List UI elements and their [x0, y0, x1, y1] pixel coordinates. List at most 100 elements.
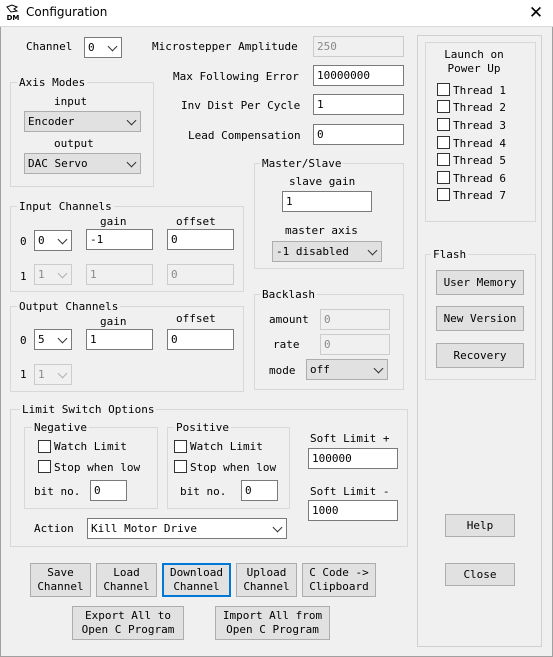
backlash-rate-label: rate — [273, 338, 300, 351]
launch-title-line1: Launch on — [444, 48, 504, 61]
output-offset-header: offset — [176, 312, 216, 325]
thread-1-label: Thread 1 — [453, 84, 506, 97]
c-code-clipboard-button[interactable]: C Code -> Clipboard — [302, 563, 376, 597]
launch-title-line2: Power Up — [447, 62, 501, 75]
chevron-down-icon — [373, 363, 384, 374]
recovery-button[interactable]: Recovery — [436, 343, 524, 368]
backlash-amount-label: amount — [269, 313, 309, 326]
chevron-down-icon — [57, 368, 68, 379]
input-gain-header: gain — [100, 215, 127, 228]
input-mode-select[interactable]: Encoder — [24, 111, 141, 132]
pos-watch-limit-checkbox[interactable] — [174, 440, 187, 453]
input-channel-select[interactable]: 0 — [34, 230, 72, 251]
backlash-mode-label: mode — [269, 364, 296, 377]
output-row-index: 0 — [20, 334, 27, 347]
lead-comp-field[interactable]: 0 — [313, 124, 404, 145]
upload-channel-button[interactable]: Upload Channel — [236, 563, 297, 597]
window-title: Configuration — [26, 5, 108, 19]
slave-gain-field[interactable]: 1 — [282, 191, 372, 212]
soft-limit-minus-field[interactable]: 1000 — [308, 500, 398, 521]
input-row-index: 1 — [20, 270, 27, 283]
action-select[interactable]: Kill Motor Drive — [87, 518, 287, 539]
chevron-down-icon — [107, 41, 118, 52]
neg-bit-field[interactable]: 0 — [90, 480, 127, 501]
thread-3-checkbox[interactable] — [437, 118, 450, 131]
master-axis-select[interactable]: -1 disabled — [272, 241, 382, 262]
thread-2-label: Thread 2 — [453, 101, 506, 114]
input-offset-header: offset — [176, 215, 216, 228]
thread-1-checkbox[interactable] — [437, 83, 450, 96]
action-label: Action — [34, 522, 74, 535]
output-offset-field[interactable]: 0 — [167, 329, 234, 350]
backlash-title: Backlash — [260, 288, 317, 301]
inv-dist-field[interactable]: 1 — [313, 94, 404, 115]
neg-stop-when-low-checkbox[interactable] — [38, 460, 51, 473]
lead-comp-label: Lead Compensation — [188, 129, 301, 142]
positive-title: Positive — [174, 421, 231, 434]
pos-stop-when-low-label: Stop when low — [190, 461, 277, 474]
input-offset-field[interactable]: 0 — [167, 229, 234, 250]
inv-dist-label: Inv Dist Per Cycle — [181, 99, 301, 112]
backlash-mode-select[interactable]: off — [306, 359, 388, 380]
save-channel-button[interactable]: Save Channel — [30, 563, 91, 597]
input-offset-field: 0 — [167, 264, 234, 285]
thread-4-checkbox[interactable] — [437, 136, 450, 149]
user-memory-button[interactable]: User Memory — [436, 270, 524, 295]
channel-label: Channel — [26, 40, 73, 53]
output-channels-title: Output Channels — [17, 300, 121, 313]
axis-modes-title: Axis Modes — [17, 76, 88, 89]
input-mode-label: input — [54, 95, 88, 108]
chevron-down-icon — [57, 268, 68, 279]
output-mode-select[interactable]: DAC Servo — [24, 153, 141, 174]
input-channel-select: 1 — [34, 264, 72, 285]
chevron-down-icon — [57, 333, 68, 344]
master-slave-title: Master/Slave — [260, 157, 344, 170]
chevron-down-icon — [126, 157, 137, 168]
pos-bit-field[interactable]: 0 — [241, 480, 278, 501]
thread-4-label: Thread 4 — [453, 137, 506, 150]
output-row-index: 1 — [20, 368, 27, 381]
microstepper-label: Microstepper Amplitude — [152, 40, 298, 53]
thread-2-checkbox[interactable] — [437, 100, 450, 113]
load-channel-button[interactable]: Load Channel — [96, 563, 157, 597]
output-gain-header: gain — [100, 315, 127, 328]
download-channel-button[interactable]: Download Channel — [162, 563, 231, 597]
help-button[interactable]: Help — [445, 514, 515, 537]
pos-stop-when-low-checkbox[interactable] — [174, 460, 187, 473]
channel-select[interactable]: 0 — [84, 37, 122, 58]
close-window-icon[interactable]: ✕ — [524, 2, 548, 24]
neg-watch-limit-checkbox[interactable] — [38, 440, 51, 453]
thread-6-checkbox[interactable] — [437, 171, 450, 184]
slave-gain-label: slave gain — [289, 175, 356, 188]
svg-text:DM: DM — [7, 14, 20, 22]
input-gain-field[interactable]: -1 — [86, 229, 153, 250]
import-all-button[interactable]: Import All from Open C Program — [215, 606, 330, 640]
following-error-field[interactable]: 10000000 — [313, 65, 404, 86]
thread-7-label: Thread 7 — [453, 189, 506, 202]
negative-title: Negative — [32, 421, 89, 434]
thread-6-label: Thread 6 — [453, 172, 506, 185]
neg-bit-label: bit no. — [34, 485, 81, 498]
soft-limit-plus-field[interactable]: 100000 — [308, 448, 398, 469]
input-row-index: 0 — [20, 235, 27, 248]
master-axis-label: master axis — [285, 224, 358, 237]
thread-7-checkbox[interactable] — [437, 188, 450, 201]
thread-5-checkbox[interactable] — [437, 153, 450, 166]
app-icon: DM — [5, 4, 21, 22]
input-gain-field: 1 — [86, 264, 153, 285]
microstepper-field[interactable]: 250 — [313, 36, 404, 57]
new-version-button[interactable]: New Version — [436, 306, 524, 331]
close-button[interactable]: Close — [445, 563, 515, 586]
flash-title: Flash — [431, 248, 469, 261]
limit-switch-title: Limit Switch Options — [20, 403, 157, 416]
output-channel-select[interactable]: 5 — [34, 329, 72, 350]
output-gain-field[interactable]: 1 — [86, 329, 153, 350]
pos-watch-limit-label: Watch Limit — [190, 440, 263, 453]
output-mode-label: output — [54, 137, 94, 150]
thread-3-label: Thread 3 — [453, 119, 506, 132]
export-all-button[interactable]: Export All to Open C Program — [72, 606, 184, 640]
input-channels-title: Input Channels — [17, 200, 114, 213]
chevron-down-icon — [367, 245, 378, 256]
output-channel-select: 1 — [34, 364, 72, 385]
chevron-down-icon — [57, 234, 68, 245]
